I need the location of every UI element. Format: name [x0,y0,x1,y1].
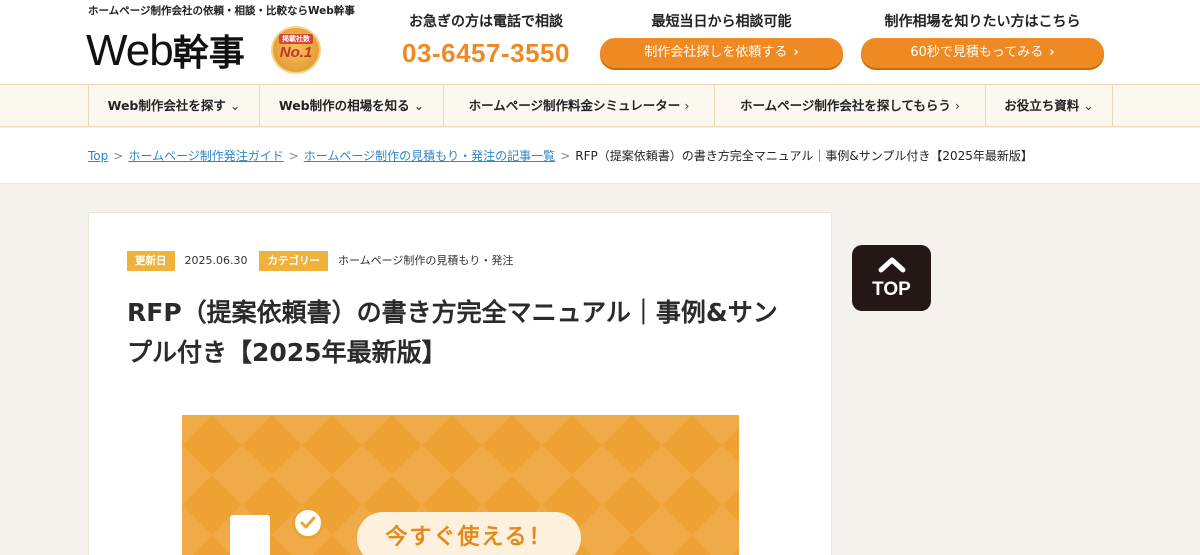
chevron-right-icon: › [684,98,690,113]
global-nav: Web制作会社を探す ⌄ Web制作の相場を知る ⌄ ホームページ制作料金シミュレー… [0,84,1200,127]
badge-caption: 掲載社数 [279,34,313,44]
breadcrumb-separator: > [113,149,124,163]
breadcrumb-link-guide[interactable]: ホームページ制作発注ガイド [128,149,283,163]
nav-item-label: お役立ち資料 [1004,98,1080,113]
nav-item-price-simulator[interactable]: ホームページ制作料金シミュレーター › [443,85,714,126]
check-circle-icon [292,507,324,539]
category-badge: カテゴリー [259,251,328,271]
price-cta: 制作相場を知りたい方はこちら 60秒で見積もってみる › [861,12,1104,68]
nav-item-resources[interactable]: お役立ち資料 ⌄ [985,85,1113,126]
article-card: 更新日 2025.06.30 カテゴリー ホームページ制作の見積もり・発注 RFP（提… [88,212,832,555]
hero-label: 今すぐ使える！ [357,512,581,555]
site-logo[interactable]: Web幹事 [86,26,245,79]
breadcrumb-separator: > [560,149,571,163]
phone-heading: お急ぎの方は電話で相談 [409,14,563,30]
phone-number[interactable]: 03-6457-3550 [391,36,581,70]
estimate-button-label: 60秒で見積もってみる [910,45,1044,60]
nav-item-label: Web制作の相場を知る [278,98,410,113]
hero-image: 今すぐ使える！ [182,415,739,555]
chevron-right-icon: › [1049,45,1055,60]
updated-date: 2025.06.30 [184,254,248,267]
estimate-button[interactable]: 60秒で見積もってみる › [861,38,1104,68]
request-agency-search-button[interactable]: 制作会社探しを依頼する › [600,38,843,68]
nav-item-label: ホームページ制作会社を探してもらう [740,98,951,113]
site-tagline: ホームページ制作会社の依頼・相談・比較ならWeb幹事 [88,5,355,17]
chevron-down-icon: ⌄ [229,98,241,113]
nav-item-find-agency[interactable]: Web制作会社を探す ⌄ [88,85,259,126]
no1-badge: 掲載社数 No.1 [271,26,321,74]
logo-japanese: 幹事 [172,33,245,74]
category-value[interactable]: ホームページ制作の見積もり・発注 [338,251,513,271]
breadcrumb-separator: > [288,149,299,163]
breadcrumb-link-top[interactable]: Top [88,149,108,163]
request-agency-search-label: 制作会社探しを依頼する [644,45,788,60]
badge-rank: No.1 [279,44,313,61]
consult-cta: 最短当日から相談可能 制作会社探しを依頼する › [600,12,843,68]
consult-heading: 最短当日から相談可能 [651,14,792,30]
site-header: ホームページ制作会社の依頼・相談・比較ならWeb幹事 Web幹事 掲載社数 No… [0,0,1200,84]
chevron-down-icon: ⌄ [413,98,425,113]
article-meta: 更新日 2025.06.30 カテゴリー ホームページ制作の見積もり・発注 [127,251,525,271]
breadcrumb-current: RFP（提案依頼書）の書き方完全マニュアル｜事例&サンプル付き【2025年最新版… [575,149,1033,163]
nav-item-label: ホームページ制作料金シミュレーター [468,98,681,113]
chevron-right-icon: › [793,45,799,60]
price-heading: 制作相場を知りたい方はこちら [884,14,1081,30]
logo-latin: Web [86,26,174,75]
back-to-top-button[interactable]: TOP [852,245,931,311]
phone-contact: お急ぎの方は電話で相談 03-6457-3550 [391,12,581,70]
updated-badge: 更新日 [127,251,175,271]
chevron-right-icon: › [954,98,960,113]
breadcrumb-link-estimate-list[interactable]: ホームページ制作の見積もり・発注の記事一覧 [304,149,555,163]
breadcrumb: Top > ホームページ制作発注ガイド > ホームページ制作の見積もり・発注の記事一覧 >… [88,147,1033,164]
chevron-down-icon: ⌄ [1083,98,1094,113]
document-icon [230,515,270,555]
nav-item-market-price[interactable]: Web制作の相場を知る ⌄ [259,85,443,126]
back-to-top-label: TOP [872,279,911,300]
breadcrumb-bar: Top > ホームページ制作発注ガイド > ホームページ制作の見積もり・発注の記事一覧 >… [0,128,1200,184]
nav-item-agency-request[interactable]: ホームページ制作会社を探してもらう › [714,85,985,126]
nav-item-label: Web制作会社を探す [107,98,226,113]
article-title: RFP（提案依頼書）の書き方完全マニュアル｜事例&サンプル付き【2025年最新版… [127,298,778,367]
chevron-up-icon [878,257,906,273]
